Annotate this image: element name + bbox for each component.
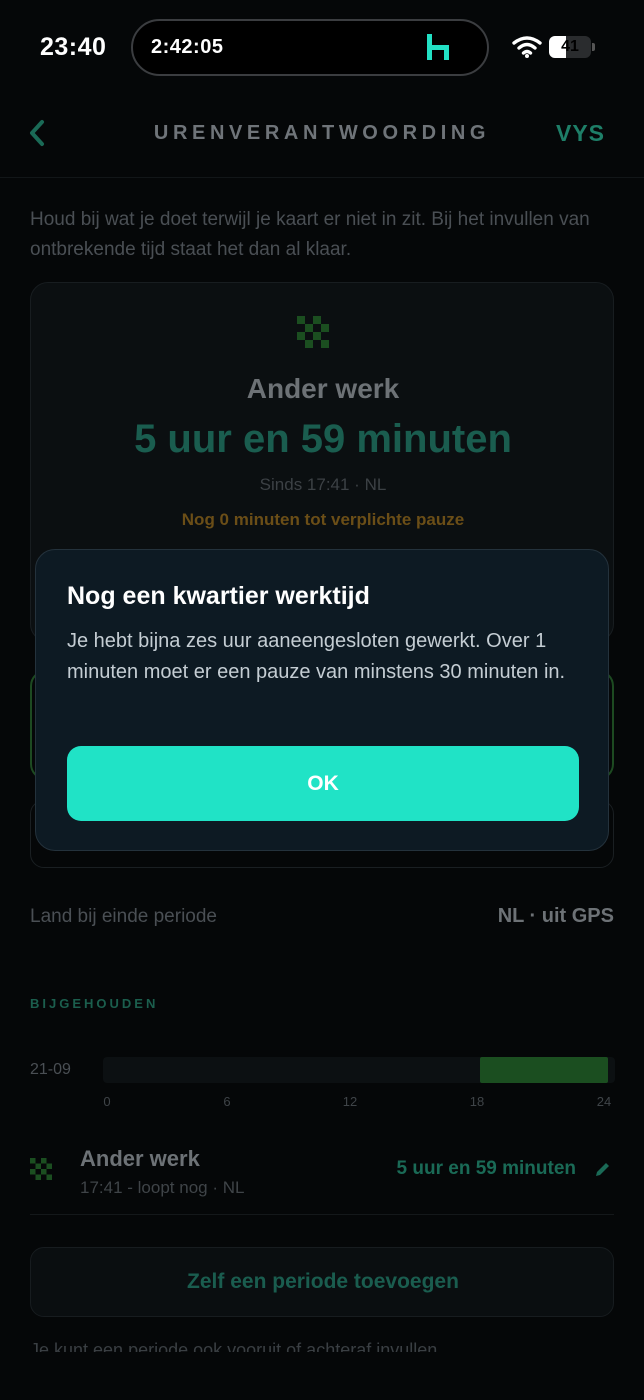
checker-icon: [30, 1158, 52, 1180]
timeline-track: [103, 1057, 615, 1083]
timeline-tick: 12: [342, 1094, 358, 1109]
intro-text: Houd bij wat je doet terwijl je kaart er…: [30, 209, 590, 260]
activity-duration: 5 uur en 59 minuten: [134, 417, 512, 461]
add-period-label: Zelf een periode toevoegen: [187, 1270, 459, 1293]
timeline-tick: 0: [103, 1094, 111, 1109]
dialog-message: Je hebt bijna zes uur aaneengesloten gew…: [67, 630, 566, 683]
section-title-tracked: BIJGEHOUDEN: [30, 996, 159, 1011]
activity-title: Ander werk: [246, 373, 400, 404]
ok-button[interactable]: OK: [67, 746, 579, 821]
activity-since: Sinds 17:41 · NL: [259, 475, 387, 494]
pencil-icon[interactable]: [594, 1160, 612, 1178]
timeline-tick: 6: [223, 1094, 231, 1109]
nav-bar: URENVERANTWOORDING VYS: [0, 96, 644, 178]
timeline-date: 21-09: [30, 1061, 71, 1078]
timeline-tick: 24: [596, 1094, 612, 1109]
footnote: Je kunt een periode ook vooruit of achte…: [30, 1340, 443, 1352]
dialog-title: Nog een kwartier werktijd: [67, 582, 370, 610]
ok-button-label: OK: [307, 772, 339, 795]
timeline-segment[interactable]: [480, 1057, 608, 1083]
checker-icon: [297, 316, 329, 348]
page-title: URENVERANTWOORDING: [153, 122, 491, 144]
timeline-tick: 18: [469, 1094, 485, 1109]
entry-title: Ander werk: [80, 1146, 200, 1171]
break-warning-dialog: Nog een kwartier werktijd Je hebt bijna …: [35, 549, 609, 851]
brand-logo: VYS: [556, 120, 606, 146]
add-period-button[interactable]: Zelf een periode toevoegen: [30, 1247, 614, 1317]
pause-notice: Nog 0 minuten tot verplichte pauze: [181, 510, 465, 529]
country-end-label: Land bij einde periode: [30, 906, 217, 927]
divider: [30, 1214, 614, 1215]
entry-duration: 5 uur en 59 minuten: [396, 1158, 576, 1179]
entry-subtitle: 17:41 - loopt nog · NL: [80, 1178, 245, 1197]
country-end-value: NL · uit GPS: [497, 905, 614, 927]
